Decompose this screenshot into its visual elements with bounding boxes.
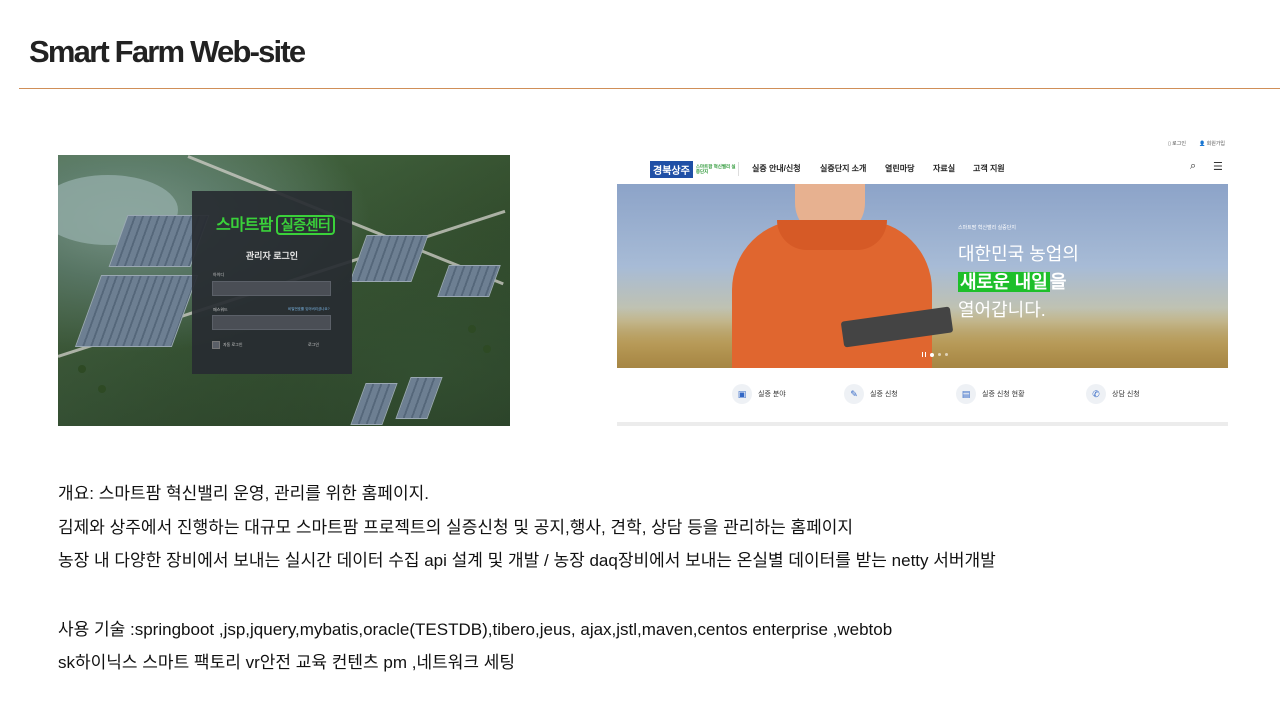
phone-icon: ✆ bbox=[1086, 384, 1106, 404]
site-logo-main: 경북상주 bbox=[650, 160, 693, 178]
tech-stack-line: 사용 기술 :springboot ,jsp,jquery,mybatis,or… bbox=[58, 620, 893, 639]
greenhouse bbox=[395, 377, 443, 419]
login-logo-badge: 실증센터 bbox=[275, 215, 336, 235]
monitor-icon: ▣ bbox=[732, 384, 752, 404]
quick-link-label: 실증 신청 현황 bbox=[982, 391, 1025, 398]
tree bbox=[468, 325, 476, 333]
nav-item-support[interactable]: 고객 지원 bbox=[973, 163, 1005, 174]
website-screenshot: ▯ 로그인 👤 회원가입 경북상주 스마트팜 혁신밸리 실증단지 실증 안내/신… bbox=[617, 138, 1228, 426]
login-button[interactable]: 로그인 bbox=[308, 342, 319, 348]
nav-separator bbox=[738, 162, 739, 176]
site-bottom-bar bbox=[617, 422, 1228, 426]
auto-login-label: 자동 로그인 bbox=[223, 342, 243, 347]
quick-link-apply[interactable]: ✎ 실증 신청 bbox=[844, 384, 898, 404]
menu-icon[interactable]: ☰ bbox=[1213, 160, 1223, 173]
nav-item-community[interactable]: 열린마당 bbox=[885, 163, 914, 174]
extra-experience-line: sk하이닉스 스마트 팩토리 vr안전 교육 컨텐츠 pm ,네트워크 세팅 bbox=[58, 653, 516, 672]
id-label: 아이디 bbox=[213, 272, 225, 277]
quick-link-label: 실증 신청 bbox=[870, 391, 898, 398]
quick-link-consult[interactable]: ✆ 상담 신청 bbox=[1086, 384, 1140, 404]
development-description-line: 농장 내 다양한 장비에서 보내는 실시간 데이터 수집 api 설계 및 개발… bbox=[58, 551, 996, 570]
carousel-dot[interactable] bbox=[945, 353, 948, 356]
clipboard-icon: ✎ bbox=[844, 384, 864, 404]
login-heading: 관리자 로그인 bbox=[245, 251, 299, 261]
hero-eyebrow: 스마트팜 혁신밸리 실증단지 bbox=[958, 225, 1016, 231]
nav-item-archive[interactable]: 자료실 bbox=[933, 163, 955, 174]
title-divider bbox=[19, 88, 1280, 89]
pause-icon[interactable] bbox=[922, 352, 926, 357]
greenhouse bbox=[74, 275, 199, 347]
overview-line: 개요: 스마트팜 혁신밸리 운영, 관리를 위한 홈페이지. bbox=[58, 484, 429, 503]
login-logo-text: 스마트팜 bbox=[216, 217, 273, 234]
password-label: 패스워드 bbox=[213, 307, 228, 312]
login-panel: 스마트팜 실증센터 관리자 로그인 아이디 패스워드 비밀번호를 잊어버리셨나요?… bbox=[192, 191, 352, 374]
auto-login-checkbox[interactable] bbox=[212, 341, 220, 349]
hero-headline-1: 대한민국 농업의 bbox=[958, 244, 1079, 264]
quick-link-field[interactable]: ▣ 실증 분야 bbox=[732, 384, 786, 404]
greenhouse bbox=[349, 235, 429, 282]
slide-title: Smart Farm Web-site bbox=[29, 34, 306, 69]
quick-link-label: 상담 신청 bbox=[1112, 391, 1140, 398]
carousel-dot[interactable] bbox=[930, 352, 934, 357]
tree bbox=[98, 385, 106, 393]
forgot-password-link[interactable]: 비밀번호를 잊어버리셨나요? bbox=[288, 307, 330, 312]
greenhouse bbox=[437, 265, 501, 297]
quick-link-status[interactable]: ▤ 실증 신청 현황 bbox=[956, 384, 1025, 404]
util-join-link[interactable]: 👤 회원가입 bbox=[1199, 140, 1225, 147]
nav-item-about[interactable]: 실증단지 소개 bbox=[820, 163, 866, 174]
briefcase-icon: ▤ bbox=[956, 384, 976, 404]
search-icon[interactable]: ⌕ bbox=[1190, 160, 1196, 173]
admin-login-screenshot: 스마트팜 실증센터 관리자 로그인 아이디 패스워드 비밀번호를 잊어버리셨나요?… bbox=[58, 155, 510, 426]
util-login-link[interactable]: ▯ 로그인 bbox=[1168, 140, 1186, 147]
carousel-dot[interactable] bbox=[938, 353, 941, 356]
carousel-controls bbox=[922, 352, 948, 357]
hero-person-collar bbox=[777, 220, 887, 250]
hero-headline-3: 열어갑니다. bbox=[958, 300, 1046, 320]
project-description-line: 김제와 상주에서 진행하는 대규모 스마트팜 프로젝트의 실증신청 및 공지,행… bbox=[58, 518, 854, 537]
hero-highlight: 새로운 내일 bbox=[958, 272, 1050, 292]
greenhouse bbox=[350, 383, 398, 425]
login-logo: 스마트팜 실증센터 bbox=[216, 211, 336, 235]
tree bbox=[78, 365, 86, 373]
site-logo[interactable]: 경북상주 스마트팜 혁신밸리 실증단지 bbox=[650, 160, 736, 178]
tree bbox=[483, 345, 491, 353]
site-logo-sub: 스마트팜 혁신밸리 실증단지 bbox=[695, 164, 736, 174]
id-field[interactable] bbox=[212, 281, 331, 296]
hero-headline-2: 새로운 내일 을 bbox=[958, 268, 1066, 294]
hero-highlight-suffix: 을 bbox=[1049, 272, 1067, 292]
nav-item-guide[interactable]: 실증 안내/신청 bbox=[752, 163, 801, 174]
password-field[interactable] bbox=[212, 315, 331, 330]
hero-banner: 스마트팜 혁신밸리 실증단지 대한민국 농업의 새로운 내일 을 열어갑니다. bbox=[617, 184, 1228, 368]
quick-link-label: 실증 분야 bbox=[758, 391, 786, 398]
